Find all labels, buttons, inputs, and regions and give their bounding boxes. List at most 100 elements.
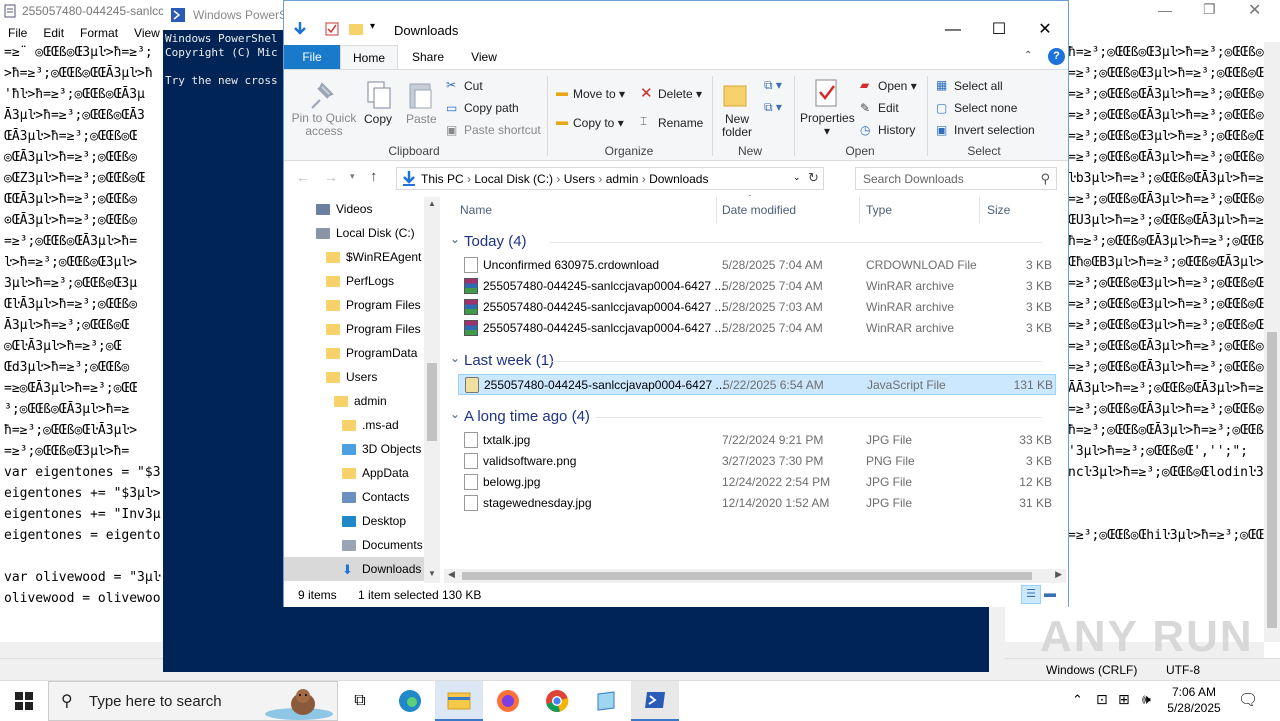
list-horizontal-scrollbar[interactable]: ◀ ▶: [444, 569, 1066, 583]
file-row[interactable]: 255057480-044245-sanlccjavap0004-6427 ..…: [458, 318, 1056, 339]
back-icon[interactable]: ←: [296, 169, 310, 185]
cut-button[interactable]: Cut: [464, 79, 483, 93]
breadcrumb-item[interactable]: This PC: [421, 172, 464, 186]
notepad-text-right[interactable]: ħ=≥³;◎ŒŒß◎Œ3μŀ>ħ=≥³;◎ŒŒß◎ŒĒ3 =≥³;◎ŒŒß◎Œ3μ…: [1068, 42, 1264, 612]
menu-file[interactable]: File: [0, 24, 35, 42]
properties-button[interactable]: Properties ▾: [800, 112, 855, 138]
group-header[interactable]: Last week (1): [464, 352, 554, 369]
device-icon[interactable]: ⊡: [1096, 691, 1108, 708]
nav-item[interactable]: 3D Objects: [342, 437, 432, 461]
nav-item[interactable]: Program Files: [326, 317, 432, 341]
column-name[interactable]: Name: [460, 203, 492, 217]
breadcrumb-chevron-icon[interactable]: ›: [464, 172, 475, 186]
address-bar[interactable]: This PC › Local Disk (C:) › Users › admi…: [396, 167, 824, 190]
file-row[interactable]: 255057480-044245-sanlccjavap0004-6427 ..…: [458, 374, 1056, 395]
menu-edit[interactable]: Edit: [35, 24, 72, 42]
copy-to-button[interactable]: Copy to ▾: [573, 116, 624, 130]
nav-item[interactable]: Program Files: [326, 293, 432, 317]
breadcrumb-item[interactable]: Local Disk (C:): [474, 172, 553, 186]
nav-item[interactable]: Users: [326, 365, 432, 389]
new-item-icon[interactable]: ⧉ ▾: [764, 78, 782, 93]
new-folder-icon[interactable]: [348, 21, 364, 37]
notepad-taskbar-button[interactable]: [582, 681, 630, 721]
restore-icon[interactable]: ❐: [1203, 1, 1216, 18]
column-size[interactable]: Size: [987, 203, 1010, 217]
nav-item[interactable]: Desktop: [342, 509, 432, 533]
customize-qat-icon[interactable]: ▾: [370, 21, 375, 32]
menu-view[interactable]: View: [126, 24, 168, 42]
ribbon-collapse-icon[interactable]: ⌃: [1024, 50, 1032, 61]
file-explorer-button[interactable]: [435, 681, 483, 721]
nav-item[interactable]: AppData: [342, 461, 432, 485]
forward-icon[interactable]: →: [324, 169, 338, 185]
move-to-button[interactable]: Move to ▾: [573, 87, 625, 101]
recent-locations-icon[interactable]: ▾: [350, 171, 355, 182]
group-header[interactable]: A long time ago (4): [464, 408, 590, 425]
file-row[interactable]: belowg.jpg 12/24/2022 2:54 PM JPG File 12 K…: [458, 472, 1056, 493]
breadcrumb-item[interactable]: Users: [564, 172, 595, 186]
breadcrumb-item[interactable]: admin: [606, 172, 639, 186]
pin-quick-access-button[interactable]: Pin to Quick access: [290, 112, 358, 138]
tab-home[interactable]: Home: [340, 45, 398, 69]
chevron-down-icon[interactable]: ⌄: [450, 351, 460, 365]
network-icon[interactable]: ⊞: [1118, 691, 1130, 708]
tab-file[interactable]: File: [284, 45, 340, 69]
firefox-button[interactable]: [484, 681, 532, 721]
rename-button[interactable]: Rename: [658, 116, 703, 130]
new-folder-button[interactable]: New folder: [720, 113, 754, 139]
invert-selection-button[interactable]: Invert selection: [954, 123, 1035, 137]
chevron-down-icon[interactable]: ⌄: [450, 407, 460, 421]
refresh-icon[interactable]: ↻: [808, 170, 819, 186]
nav-item[interactable]: admin: [334, 389, 432, 413]
nav-item[interactable]: Documents: [342, 533, 432, 557]
easy-access-icon[interactable]: ⧉ ▾: [764, 100, 782, 115]
tab-view[interactable]: View: [464, 45, 504, 69]
file-row[interactable]: txtalk.jpg 7/22/2024 9:21 PM JPG File 33 KB: [458, 430, 1056, 451]
select-all-button[interactable]: Select all: [954, 79, 1003, 93]
tab-share[interactable]: Share: [408, 45, 448, 69]
nav-item[interactable]: .ms-ad: [342, 413, 432, 437]
nav-item[interactable]: $WinREAgent: [326, 245, 432, 269]
details-view-icon[interactable]: ☰: [1021, 585, 1041, 604]
close-button[interactable]: ✕: [1022, 15, 1068, 45]
vertical-scrollbar[interactable]: [1264, 42, 1280, 642]
maximize-button[interactable]: ☐: [976, 15, 1022, 45]
open-button[interactable]: Open ▾: [878, 79, 917, 93]
clock[interactable]: 7:06 AM 5/28/2025: [1166, 684, 1222, 716]
close-icon[interactable]: ✕: [1248, 0, 1261, 20]
file-row[interactable]: 255057480-044245-sanlccjavap0004-6427 ..…: [458, 276, 1056, 297]
group-header[interactable]: Today (4): [464, 233, 527, 250]
select-none-button[interactable]: Select none: [954, 101, 1017, 115]
chrome-button[interactable]: [533, 681, 581, 721]
powershell-output[interactable]: Windows PowerShel Copyright (C) Mic Try th…: [165, 32, 278, 88]
properties-icon[interactable]: [324, 21, 340, 37]
minimize-button[interactable]: —: [930, 15, 976, 45]
breadcrumb-chevron-icon[interactable]: ›: [638, 172, 649, 186]
copy-path-button[interactable]: Copy path: [464, 101, 519, 115]
volume-icon[interactable]: 🕪: [1142, 691, 1151, 708]
nav-item[interactable]: ProgramData: [326, 341, 432, 365]
column-date-modified[interactable]: Date modified: [722, 203, 796, 217]
history-button[interactable]: History: [878, 123, 915, 137]
nav-item[interactable]: Contacts: [342, 485, 432, 509]
large-icons-view-icon[interactable]: ▬: [1044, 586, 1056, 600]
minimize-icon[interactable]: —: [1158, 2, 1172, 18]
file-row[interactable]: validsoftware.png 3/27/2023 7:30 PM PNG Fi…: [458, 451, 1056, 472]
column-type[interactable]: Type: [866, 203, 892, 217]
nav-item[interactable]: PerfLogs: [326, 269, 432, 293]
edit-button[interactable]: Edit: [878, 101, 899, 115]
nav-item[interactable]: ⬇ Downloads: [284, 557, 440, 581]
help-icon[interactable]: ?: [1048, 48, 1065, 65]
address-dropdown-icon[interactable]: ⌄: [793, 172, 801, 183]
file-row[interactable]: 255057480-044245-sanlccjavap0004-6427 ..…: [458, 297, 1056, 318]
edge-button[interactable]: [386, 681, 434, 721]
nav-scrollbar[interactable]: ▲ ▼: [424, 197, 440, 583]
nav-item[interactable]: Local Disk (C:): [316, 221, 432, 245]
task-view-button[interactable]: ⧉: [336, 681, 384, 721]
paste-button[interactable]: Paste: [406, 112, 437, 126]
file-row[interactable]: Unconfirmed 630975.crdownload 5/28/2025 7…: [458, 255, 1056, 276]
taskbar-search-box[interactable]: ⚲ Type here to search: [48, 681, 338, 721]
chevron-down-icon[interactable]: ⌄: [450, 232, 460, 246]
search-input[interactable]: Search Downloads ⚲: [855, 167, 1057, 190]
up-icon[interactable]: ↑: [370, 168, 378, 185]
